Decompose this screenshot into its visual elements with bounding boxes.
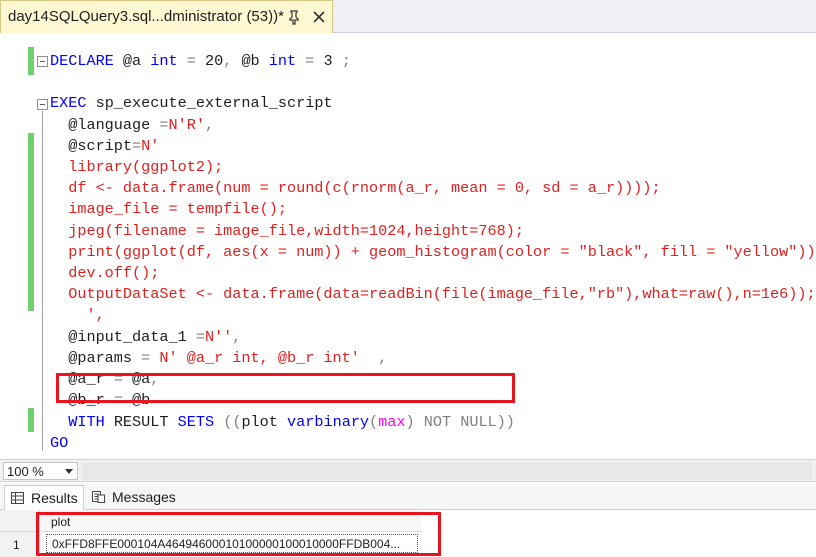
code-token: (( xyxy=(214,413,242,431)
change-marker xyxy=(28,47,34,75)
collapse-toggle[interactable] xyxy=(37,56,48,67)
code-token: @language xyxy=(50,116,160,134)
row-header[interactable]: 1 xyxy=(0,532,40,557)
row-number: 1 xyxy=(13,538,20,552)
result-sets-highlight xyxy=(56,373,515,403)
code-token: = xyxy=(132,137,142,155)
code-line: WITH RESULT SETS ((plot varbinary(max) N… xyxy=(50,412,515,433)
messages-icon xyxy=(92,491,105,503)
code-token: @b xyxy=(241,52,269,70)
code-token: ) xyxy=(405,413,424,431)
code-token: df <- data.frame(num = round(c(rnorm(a_r… xyxy=(50,179,661,197)
code-token: , xyxy=(223,52,242,70)
code-token: sp_execute_external_script xyxy=(86,94,333,112)
code-token: @params xyxy=(50,349,142,367)
code-line: GO xyxy=(50,433,68,454)
code-line: print(ggplot(df, aes(x = num)) + geom_hi… xyxy=(50,242,816,263)
grid-corner[interactable] xyxy=(0,510,40,532)
code-token: max xyxy=(378,413,406,431)
chevron-down-icon xyxy=(65,469,73,474)
code-token: @input_data_1 xyxy=(50,328,196,346)
code-token: RESULT xyxy=(113,413,169,431)
code-token: N' @a_r int, @b_r int' xyxy=(150,349,360,367)
code-token: @a xyxy=(113,52,151,70)
code-token: int xyxy=(268,52,297,70)
code-line: dev.off(); xyxy=(50,263,159,284)
tab-title: day14SQLQuery3.sql...dministrator (53))* xyxy=(8,8,284,25)
fold-guide xyxy=(42,111,43,451)
code-token: DECLARE xyxy=(50,52,114,70)
code-token: N' xyxy=(141,137,160,155)
grid-icon xyxy=(11,492,24,504)
tab-results-label: Results xyxy=(31,490,78,506)
code-token: = xyxy=(177,52,205,70)
pin-icon[interactable] xyxy=(286,9,302,25)
code-token: N'' xyxy=(204,328,233,346)
code-token: OutputDataSet <- data.frame(data=readBin… xyxy=(50,285,816,303)
code-token: WITH xyxy=(50,413,105,431)
code-token: library(ggplot2); xyxy=(50,158,224,176)
code-line: @params = N' @a_r int, @b_r int' , xyxy=(50,348,387,369)
code-line: OutputDataSet <- data.frame(data=readBin… xyxy=(50,284,816,305)
tab-results[interactable]: Results xyxy=(4,485,84,510)
tab-messages[interactable]: Messages xyxy=(86,485,181,510)
code-token: ( xyxy=(369,413,379,431)
code-token: ', xyxy=(50,306,105,324)
code-line: ', xyxy=(50,305,105,326)
code-token: = xyxy=(159,116,169,134)
zoom-value: 100 % xyxy=(7,464,44,479)
code-token: , xyxy=(232,328,242,346)
code-token: image_file = tempfile(); xyxy=(50,200,287,218)
result-grid-highlight xyxy=(36,512,441,556)
code-token: jpeg(filename = image_file,width=1024,he… xyxy=(50,222,524,240)
change-marker xyxy=(28,408,34,432)
code-token: , xyxy=(204,116,215,134)
code-token: dev.off(); xyxy=(50,264,160,282)
editor-zoom-bar: 100 % xyxy=(0,459,816,482)
code-token: = xyxy=(195,328,205,346)
code-line: DECLARE @a int = 20, @b int = 3 ; xyxy=(50,51,351,72)
query-document-tab[interactable]: day14SQLQuery3.sql...dministrator (53))* xyxy=(0,0,333,33)
code-line: @input_data_1 =N'', xyxy=(50,327,241,348)
code-line: df <- data.frame(num = round(c(rnorm(a_r… xyxy=(50,178,661,199)
editor-margin xyxy=(0,33,26,459)
tab-messages-label: Messages xyxy=(112,489,176,505)
code-token: @script xyxy=(50,137,133,155)
code-line: EXEC sp_execute_external_script xyxy=(50,93,333,114)
code-line: library(ggplot2); xyxy=(50,157,223,178)
code-token: GO xyxy=(50,434,69,452)
close-icon[interactable] xyxy=(311,9,327,25)
code-token: print(ggplot(df, aes(x = num)) + geom_hi… xyxy=(50,243,816,261)
code-token: 20 xyxy=(204,52,224,70)
code-line: @language =N'R', xyxy=(50,115,214,136)
code-token: = xyxy=(296,52,324,70)
code-token: SETS xyxy=(177,413,215,431)
code-token: = xyxy=(141,349,151,367)
code-token: )) xyxy=(496,413,515,431)
code-token: int xyxy=(150,52,178,70)
code-token: 3 xyxy=(323,52,333,70)
code-line: jpeg(filename = image_file,width=1024,he… xyxy=(50,221,524,242)
code-line: image_file = tempfile(); xyxy=(50,199,287,220)
code-line: @script=N' xyxy=(50,136,159,157)
horizontal-scrollbar[interactable] xyxy=(82,462,812,480)
code-token: NOT xyxy=(423,413,452,431)
code-token: EXEC xyxy=(50,94,87,112)
code-token: ; xyxy=(332,52,351,70)
results-tab-strip: Results Messages xyxy=(0,483,816,510)
code-token: , xyxy=(359,349,388,367)
document-tab-strip: day14SQLQuery3.sql...dministrator (53))* xyxy=(0,0,816,33)
code-token: N'R' xyxy=(168,116,205,134)
change-marker xyxy=(28,133,34,311)
zoom-dropdown[interactable]: 100 % xyxy=(3,462,78,480)
code-token: NULL xyxy=(460,413,497,431)
code-token: varbinary xyxy=(287,413,370,431)
collapse-toggle[interactable] xyxy=(37,99,48,110)
code-token: plot xyxy=(241,413,288,431)
